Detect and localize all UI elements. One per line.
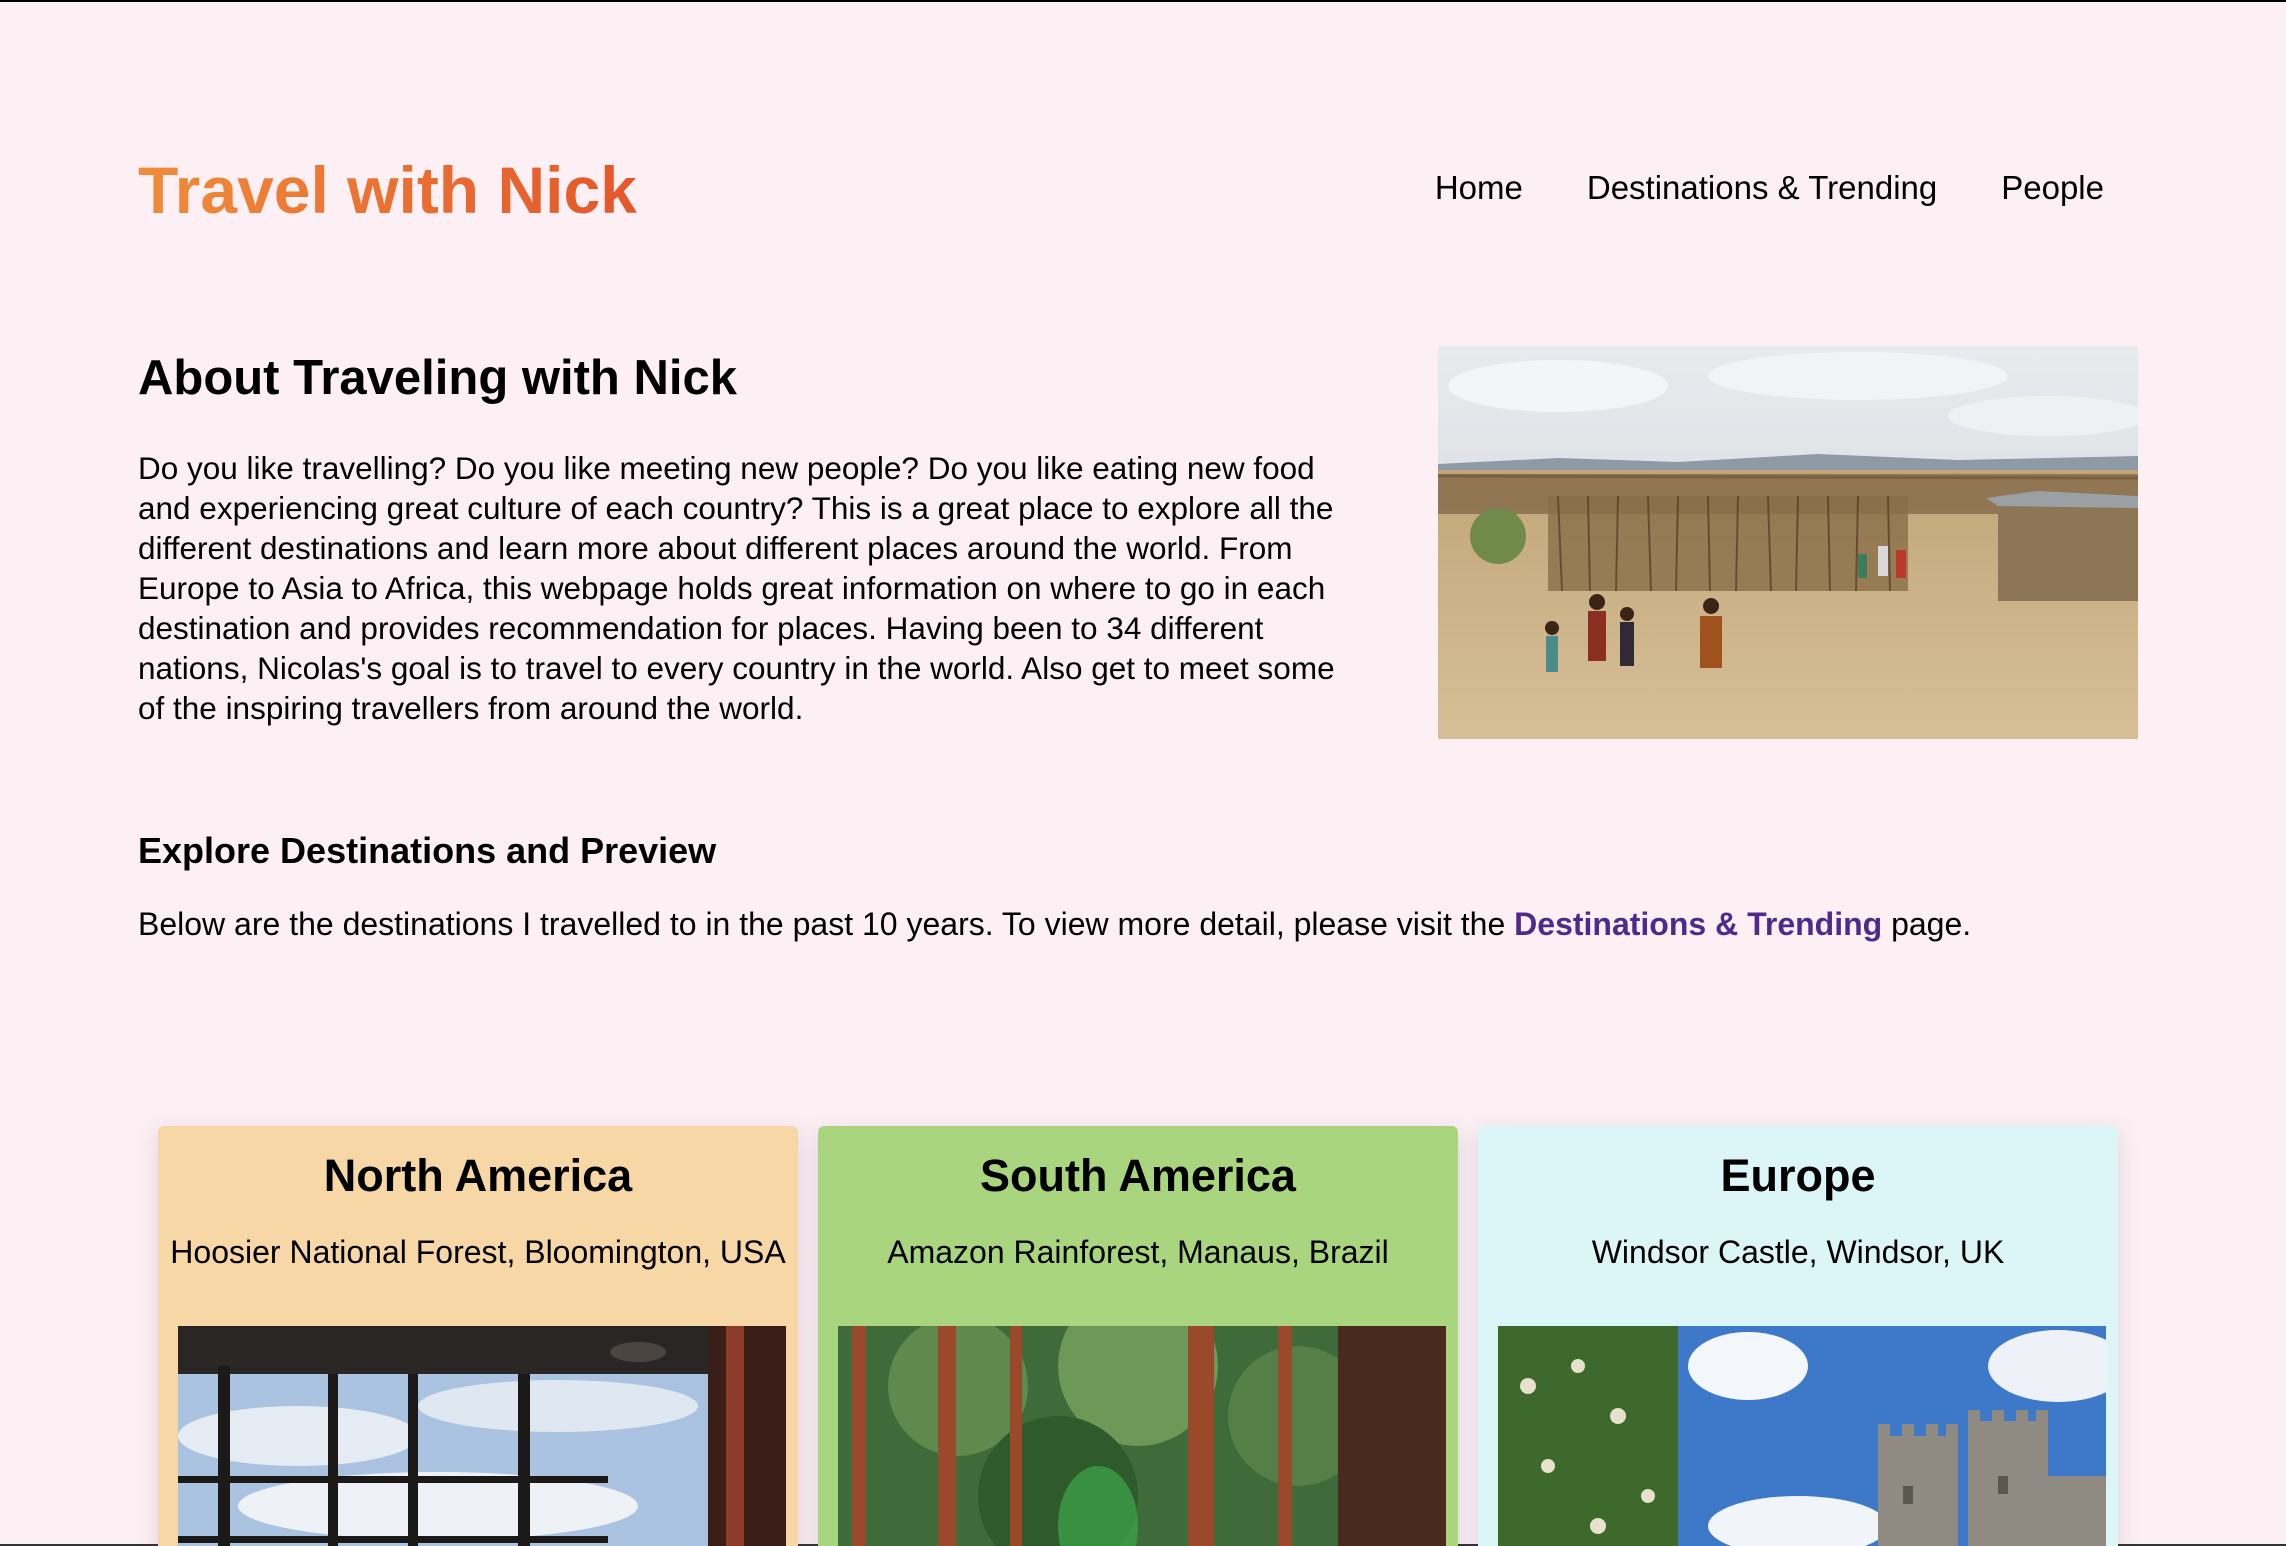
page: Travel with Nick Home Destinations & Tre… [0,0,2286,1546]
nav-people[interactable]: People [2001,166,2104,210]
main-nav: Home Destinations & Trending People [1435,166,2104,210]
hero-photo [1438,346,2138,739]
card-europe[interactable]: Europe Windsor Castle, Windsor, UK [1478,1126,2118,1546]
fire-tower-view-image [178,1326,786,1546]
card-photo [1498,1326,2106,1546]
nav-destinations-trending[interactable]: Destinations & Trending [1587,166,1937,210]
card-region-title: South America [980,1150,1296,1201]
card-photo [178,1326,786,1546]
explore-text-after: page. [1882,906,1972,942]
explore-title: Explore Destinations and Preview [138,830,717,871]
destination-cards: North America Hoosier National Forest, B… [158,1126,2118,1546]
about-text: Do you like travelling? Do you like meet… [138,450,1335,726]
card-south-america[interactable]: South America Amazon Rainforest, Manaus,… [818,1126,1458,1546]
card-region-title: North America [323,1150,633,1201]
rainforest-image [838,1326,1446,1546]
card-north-america[interactable]: North America Hoosier National Forest, B… [158,1126,798,1546]
card-region-title: Europe [1720,1150,1876,1201]
card-location: Amazon Rainforest, Manaus, Brazil [887,1234,1389,1270]
nav-home[interactable]: Home [1435,166,1523,210]
explore-text-before: Below are the destinations I travelled t… [138,906,1515,942]
card-photo [838,1326,1446,1546]
destinations-trending-link[interactable]: Destinations & Trending [1514,906,1882,942]
site-title[interactable]: Travel with Nick [138,150,637,230]
village-image [1438,346,2138,739]
card-location: Windsor Castle, Windsor, UK [1591,1234,2005,1270]
about-title: About Traveling with Nick [138,351,737,405]
explore-text: Below are the destinations I travelled t… [138,902,1971,946]
card-location: Hoosier National Forest, Bloomington, US… [170,1234,786,1270]
windsor-castle-image [1498,1326,2106,1546]
